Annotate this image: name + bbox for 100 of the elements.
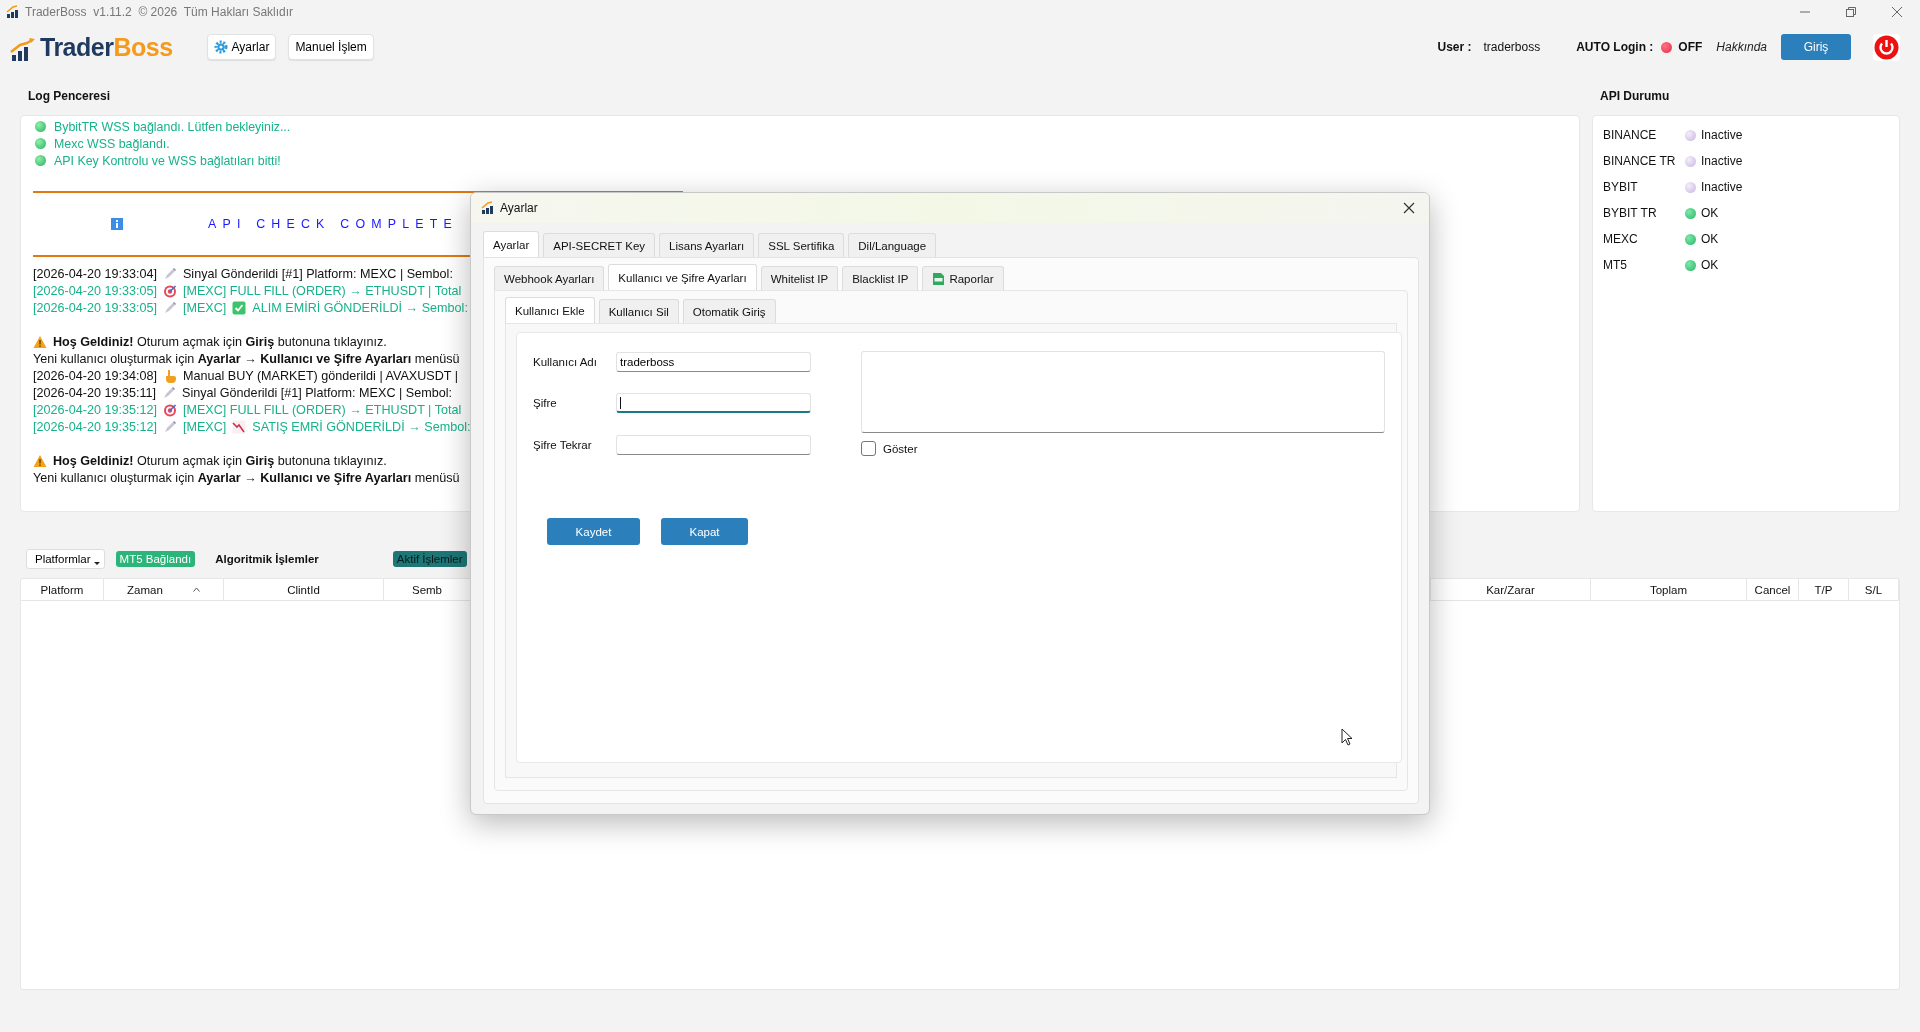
exchange-name: BINANCE — [1603, 128, 1658, 142]
status-text: OK — [1701, 206, 1719, 220]
field-label: Şifre Tekrar — [533, 439, 593, 452]
logo-icon — [10, 37, 38, 62]
pen-icon — [162, 385, 176, 400]
chart-icon — [232, 419, 247, 434]
gear-icon — [213, 40, 228, 54]
tab[interactable]: Otomatik Giriş — [682, 299, 776, 323]
status-text: Inactive — [1701, 128, 1743, 142]
log-text: Sinyal Gönderildi [#1] Platform: MEXC | Sembol: — [182, 266, 453, 281]
log-text: [MEXC] FULL FILL (ORDER) → ETHUSDT | Total — [182, 283, 462, 298]
log-text: [2026-04-20 19:33:04] — [33, 266, 157, 281]
document-icon — [932, 271, 946, 286]
warning-icon — [33, 334, 47, 349]
log-text: API Key Kontrolu ve WSS bağlatıları bitti! — [54, 153, 281, 168]
log-text: Hoş Geldiniz! Oturum açmak için Giriş butonuna tıklayınız. — [53, 453, 387, 468]
tab[interactable]: Raporlar — [922, 266, 1004, 290]
about-link[interactable]: Hakkında — [1716, 40, 1767, 54]
tab[interactable]: Ayarlar — [483, 231, 540, 257]
panel-title: API Durumu — [1599, 89, 1671, 103]
exchange-name: MT5 — [1603, 258, 1628, 272]
log-text: [MEXC] — [182, 300, 227, 315]
status-text: Inactive — [1701, 154, 1743, 168]
user-label: User : — [1437, 40, 1472, 54]
column-header[interactable]: Toplam — [1649, 583, 1688, 596]
status-text: OK — [1701, 232, 1719, 246]
status-dot — [35, 155, 46, 166]
status-text: OK — [1701, 258, 1719, 272]
log-text: Manual BUY (MARKET) gönderildi | AVAXUSDT | — [182, 368, 459, 383]
close-icon — [1403, 202, 1415, 214]
target-icon — [162, 402, 177, 417]
column-header[interactable]: T/P — [1814, 583, 1833, 596]
log-text: Yeni kullanıcı oluşturmak için Ayarlar → Kullanıcı ve Şifre Ayarları menüsü — [33, 351, 460, 366]
log-text: [2026-04-20 19:35:12] — [33, 402, 157, 417]
log-text: Yeni kullanıcı oluşturmak için Ayarlar → Kullanıcı ve Şifre Ayarları menüsü — [33, 470, 460, 485]
tab[interactable]: SSL Sertifika — [758, 233, 845, 257]
tab[interactable]: Webhook Ayarları — [494, 266, 605, 290]
checkbox[interactable] — [861, 441, 876, 456]
column-header[interactable]: S/L — [1864, 583, 1883, 596]
tab[interactable]: Kullanıcı Ekle — [505, 297, 595, 323]
sort-icon — [192, 587, 200, 592]
power-icon — [1873, 33, 1900, 61]
window-title: TraderBoss v1.11.2 © 2026 Tüm Hakları Saklıdır — [25, 5, 294, 19]
panel-title: Log Penceresi — [27, 89, 112, 103]
section-label: Algoritmik İşlemler — [215, 553, 319, 565]
restore-icon — [1845, 6, 1857, 18]
input-field[interactable] — [616, 393, 811, 414]
logo-text: TraderBoss — [40, 32, 173, 62]
pen-icon — [162, 300, 177, 315]
tab[interactable]: Kullanıcı Sil — [598, 299, 679, 323]
checkbox-label: Göster — [883, 442, 918, 455]
status-text: Inactive — [1701, 180, 1743, 194]
log-text: SATIŞ EMRİ GÖNDERİLDİ → Sembol: — [252, 419, 471, 434]
exchange-name: MEXC — [1603, 232, 1639, 246]
platform-dropdown[interactable]: Platformlar — [26, 549, 105, 569]
column-header[interactable]: Platform — [40, 583, 84, 596]
tab[interactable]: Kullanıcı ve Şifre Ayarları — [608, 264, 757, 290]
log-text: [MEXC] FULL FILL (ORDER) → ETHUSDT | Total — [182, 402, 462, 417]
column-header[interactable]: Semb — [411, 583, 442, 596]
log-text: [2026-04-20 19:34:08] — [33, 368, 157, 383]
user-name: traderboss — [1483, 40, 1541, 54]
log-text: [2026-04-20 19:35:12] — [33, 419, 157, 434]
close-icon — [1891, 6, 1903, 18]
column-header[interactable]: Zaman — [127, 583, 200, 596]
dialog-title: Ayarlar — [500, 201, 538, 215]
auto-login-label: AUTO Login : — [1576, 40, 1654, 54]
dialog-button[interactable]: Kapat — [661, 518, 748, 545]
pen-icon — [162, 266, 177, 281]
toolbar-button[interactable]: Ayarlar — [206, 34, 277, 60]
exchange-name: BYBIT TR — [1603, 206, 1658, 220]
toolbar-button[interactable]: Manuel İşlem — [288, 34, 374, 60]
column-header[interactable]: Cancel — [1754, 583, 1791, 596]
tab[interactable]: Blacklist IP — [842, 266, 919, 290]
log-text: [2026-04-20 19:33:05] — [33, 283, 157, 298]
tab[interactable]: API-SECRET Key — [543, 233, 656, 257]
login-button[interactable]: Giriş — [1781, 34, 1851, 60]
target-icon — [162, 283, 177, 298]
app-icon — [6, 5, 20, 19]
log-text: [2026-04-20 19:35:11] — [33, 385, 156, 400]
log-text: Sinyal Gönderildi [#1] Platform: MEXC | Sembol: — [182, 385, 452, 400]
column-header[interactable]: ClintId — [287, 583, 320, 596]
app-icon — [481, 201, 495, 215]
log-text: [2026-04-20 19:33:05] — [33, 300, 157, 315]
tab[interactable]: Dil/Language — [848, 233, 937, 257]
dialog-button[interactable]: Kaydet — [547, 518, 640, 545]
status-dot — [35, 121, 46, 132]
info-icon — [111, 218, 123, 230]
tab[interactable]: Whitelist IP — [760, 266, 839, 290]
status-dot — [35, 138, 46, 149]
connection-badge: MT5 Bağlandı — [115, 551, 196, 567]
tab[interactable]: Lisans Ayarları — [659, 233, 755, 257]
log-text: BybitTR WSS bağlandı. Lütfen bekleyiniz... — [54, 119, 291, 134]
column-header[interactable]: Kar/Zarar — [1486, 583, 1535, 596]
power-button[interactable] — [1873, 33, 1900, 61]
exchange-name: BINANCE TR — [1603, 154, 1677, 168]
input-field[interactable]: traderboss — [616, 351, 811, 372]
input-field[interactable] — [616, 435, 811, 456]
exchange-name: BYBIT — [1603, 180, 1639, 194]
log-text: [MEXC] — [182, 419, 227, 434]
log-text: ALIM EMİRİ GÖNDERİLDİ → Sembol: — [252, 300, 468, 315]
